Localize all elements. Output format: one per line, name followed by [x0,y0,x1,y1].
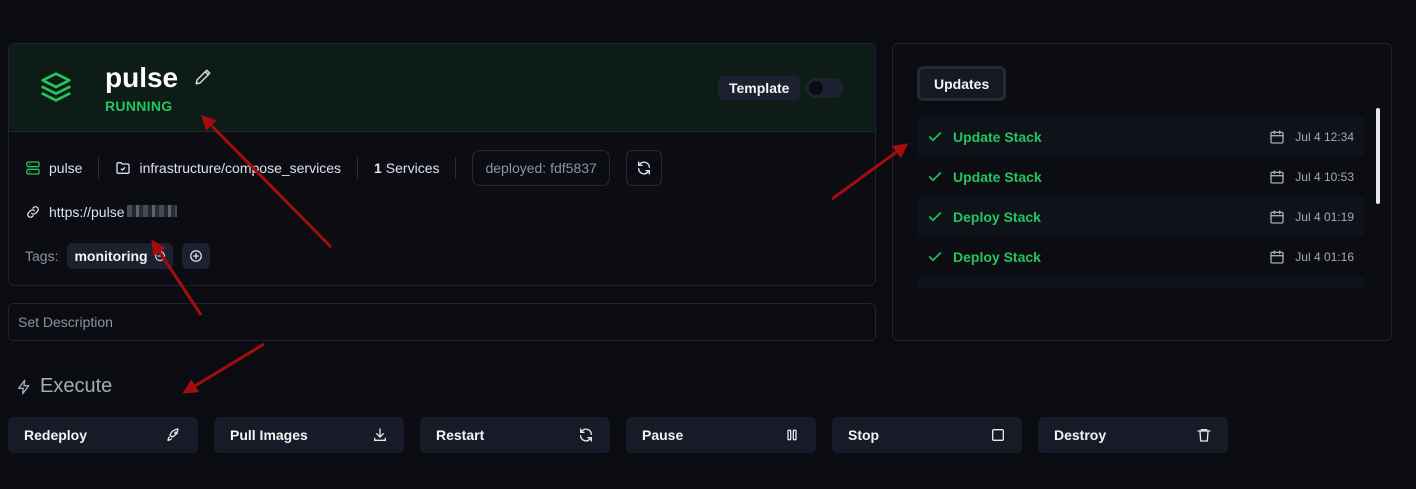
refresh-button[interactable] [625,150,662,186]
template-toggle[interactable] [806,78,844,98]
update-label: Deploy Stack [953,249,1041,265]
redeploy-button[interactable]: Redeploy [8,417,198,453]
destroy-label: Destroy [1054,427,1107,443]
update-item[interactable]: Deploy Stack Jul 4 01:16 [917,237,1364,277]
server-icon [26,161,40,175]
refresh-icon [637,161,650,175]
update-item[interactable]: Update Stack Jul 4 10:53 [917,157,1364,197]
stack-url-link[interactable]: https://pulse [25,204,177,220]
update-time: Jul 4 12:34 [1295,130,1354,144]
lightning-icon [18,379,30,394]
execute-title: Execute [40,375,113,397]
calendar-icon [1270,130,1284,144]
rocket-icon [167,428,179,441]
update-label: Update Stack [953,129,1042,145]
tag-label: monitoring [74,248,148,264]
redeploy-label: Redeploy [24,427,88,443]
tag-chip[interactable]: monitoring [67,243,173,269]
stack-info-row: pulse infrastructure/compose_services 1 … [25,150,662,186]
stop-icon [992,429,1004,441]
update-item[interactable]: Update Stack Jul 4 12:34 [917,117,1364,157]
updates-scrollbar[interactable] [1376,108,1380,204]
updates-list: Update Stack Jul 4 12:34 Update Stack Ju… [917,117,1364,289]
update-label: Deploy Stack [953,209,1041,225]
updates-panel: Updates Update Stack Jul 4 12:34 Update … [892,43,1392,341]
update-time: Jul 4 01:19 [1295,210,1354,224]
description-input[interactable] [8,303,876,341]
template-label: Template [718,76,801,100]
check-icon [928,212,942,222]
destroy-button[interactable]: Destroy [1038,417,1228,453]
services-count: 1 [374,160,382,176]
pause-icon [787,429,797,441]
services-label: Services [385,160,440,176]
link-icon [27,206,39,218]
plus-circle-icon [189,250,202,262]
stop-label: Stop [848,427,880,443]
deployed-hash: deployed: fdf5837 [472,150,610,186]
layers-icon [41,72,71,102]
update-item-partial [917,277,1364,289]
status-badge: RUNNING [105,98,173,114]
toggle-knob [809,81,823,95]
path-info: infrastructure/compose_services [115,160,341,176]
pause-button[interactable]: Pause [626,417,816,453]
stack-url: https://pulse [49,204,177,220]
pause-label: Pause [642,427,684,443]
pull-images-label: Pull Images [230,427,308,443]
check-icon [928,132,942,142]
check-icon [928,252,942,262]
check-icon [928,172,942,182]
trash-icon [1197,429,1211,442]
update-label: Update Stack [953,169,1042,185]
execute-heading: Execute [16,375,112,398]
stack-name: pulse [105,62,179,93]
update-item[interactable]: Deploy Stack Jul 4 01:19 [917,197,1364,237]
tab-updates[interactable]: Updates [917,66,1007,101]
tags-row: Tags: monitoring [25,243,210,269]
update-time: Jul 4 10:53 [1295,170,1354,184]
redacted-text [126,205,177,217]
server-info[interactable]: pulse [25,160,82,176]
stack-path: infrastructure/compose_services [139,160,341,176]
arrow-to-execute [182,342,265,394]
calendar-icon [1270,250,1284,264]
stop-button[interactable]: Stop [832,417,1022,453]
update-time: Jul 4 01:16 [1295,250,1354,264]
restart-label: Restart [436,427,485,443]
stack-header: pulse RUNNING Template [9,44,875,132]
add-tag-button[interactable] [181,243,210,269]
refresh-icon [580,428,592,442]
calendar-icon [1270,170,1284,184]
calendar-icon [1270,210,1284,224]
remove-tag-icon[interactable] [154,250,166,262]
pencil-icon[interactable] [194,68,212,86]
folder-icon [116,162,131,174]
divider [455,157,457,179]
stack-card: pulse RUNNING Template pulse infrastruct… [8,43,876,286]
services-info: 1 Services [374,160,439,176]
pull-images-button[interactable]: Pull Images [214,417,404,453]
download-icon [374,428,386,441]
tags-label: Tags: [25,248,59,264]
restart-button[interactable]: Restart [420,417,610,453]
divider [98,157,100,179]
server-name: pulse [49,160,83,176]
divider [357,157,358,179]
